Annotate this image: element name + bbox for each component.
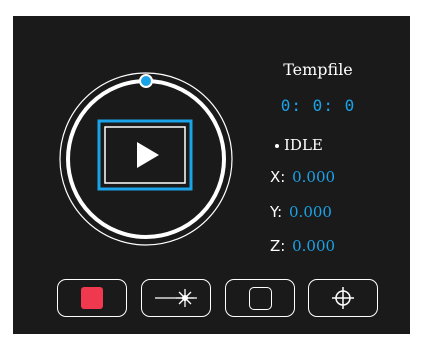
y-axis-label: Y: [270,203,283,221]
job-timer: 0: 0: 0 [280,96,356,115]
stop-icon [81,287,103,309]
frame-icon [248,286,272,310]
progress-knob[interactable] [139,74,153,88]
crosshair-icon [332,287,354,309]
status-dot-icon [275,144,279,148]
y-position: Y: 0.000 [270,203,332,221]
x-axis-value: 0.000 [292,168,336,186]
x-axis-label: X: [270,168,286,186]
play-icon [137,142,159,168]
z-axis-label: Z: [270,237,286,255]
z-position: Z: 0.000 [270,237,335,255]
status-label: IDLE [284,136,323,154]
status-indicator: IDLE [275,136,323,154]
laser-button[interactable] [141,279,211,317]
control-panel: Tempfile 0: 0: 0 IDLE X: 0.000 Y: 0.000 … [13,16,410,334]
laser-icon [155,289,197,307]
z-axis-value: 0.000 [292,237,336,255]
play-button[interactable] [97,119,193,191]
x-position: X: 0.000 [270,168,335,186]
home-button[interactable] [308,279,378,317]
stop-button[interactable] [57,279,127,317]
frame-button[interactable] [225,279,295,317]
y-axis-value: 0.000 [289,203,332,221]
file-name: Tempfile [283,60,353,79]
